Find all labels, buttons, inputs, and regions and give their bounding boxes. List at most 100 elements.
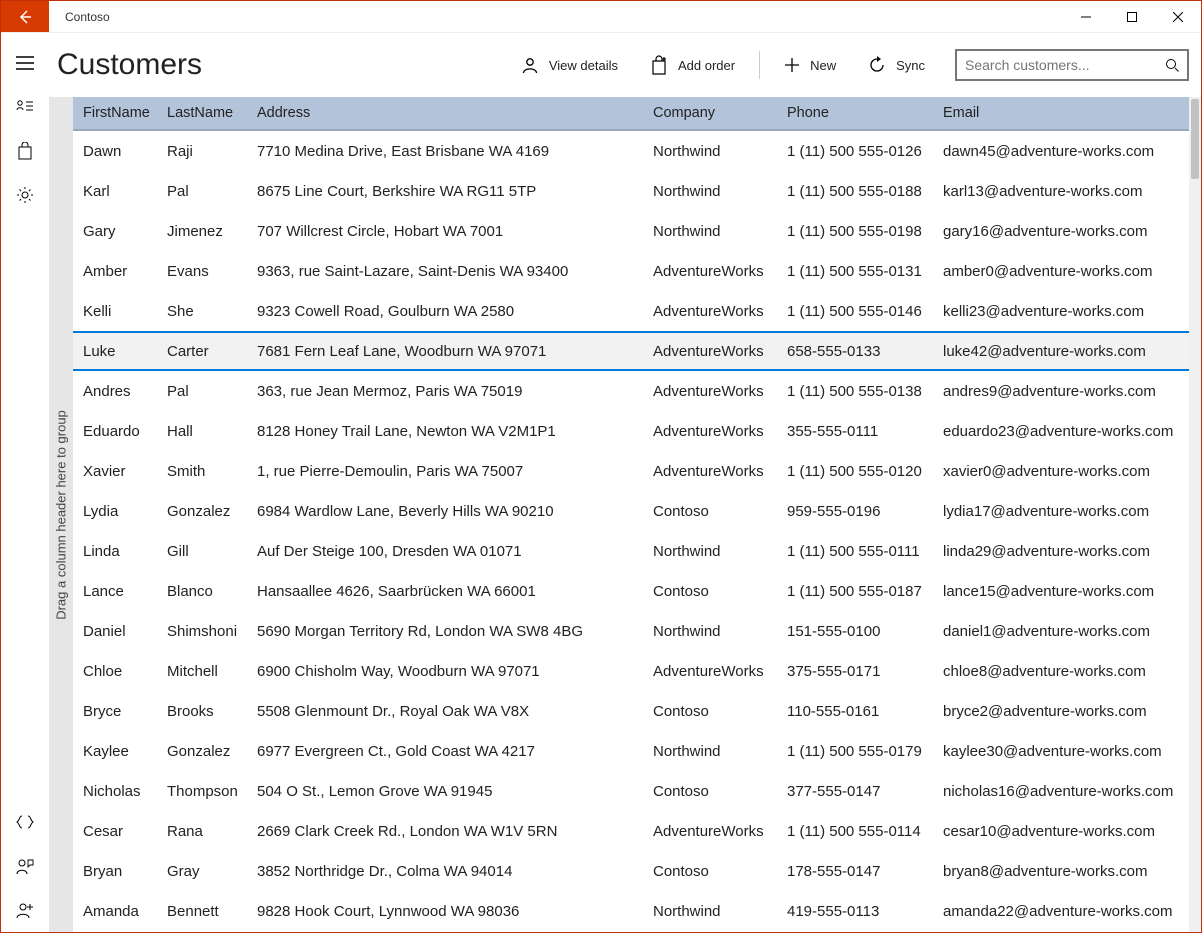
table-row[interactable]: KarlPal8675 Line Court, Berkshire WA RG1… xyxy=(73,171,1201,211)
cell-lastname: Blanco xyxy=(163,583,253,600)
table-row[interactable]: ChloeMitchell6900 Chisholm Way, Woodburn… xyxy=(73,651,1201,691)
vertical-scrollbar[interactable] xyxy=(1189,97,1201,932)
cell-address: 6984 Wardlow Lane, Beverly Hills WA 9021… xyxy=(253,503,649,520)
cell-email: xavier0@adventure-works.com xyxy=(939,463,1201,480)
cell-email: lydia17@adventure-works.com xyxy=(939,503,1201,520)
table-row[interactable]: EduardoHall8128 Honey Trail Lane, Newton… xyxy=(73,411,1201,451)
cell-phone: 1 (11) 500 555-0146 xyxy=(783,303,939,320)
cell-phone: 375-555-0171 xyxy=(783,663,939,680)
cell-phone: 178-555-0147 xyxy=(783,863,939,880)
table-row[interactable]: LukeCarter7681 Fern Leaf Lane, Woodburn … xyxy=(73,331,1201,371)
column-header-phone[interactable]: Phone xyxy=(783,105,939,121)
grid-header: FirstName LastName Address Company Phone… xyxy=(73,97,1201,131)
bag-icon xyxy=(17,142,33,160)
cell-phone: 1 (11) 500 555-0111 xyxy=(783,543,939,560)
cell-phone: 1 (11) 500 555-0188 xyxy=(783,183,939,200)
column-header-lastname[interactable]: LastName xyxy=(163,105,253,121)
cell-firstname: Bryan xyxy=(73,863,163,880)
cell-email: daniel1@adventure-works.com xyxy=(939,623,1201,640)
cell-firstname: Dawn xyxy=(73,143,163,160)
cell-lastname: Evans xyxy=(163,263,253,280)
add-order-button[interactable]: Add order xyxy=(636,45,749,85)
table-row[interactable]: BryanGray3852 Northridge Dr., Colma WA 9… xyxy=(73,851,1201,891)
new-button[interactable]: New xyxy=(770,45,850,85)
new-label: New xyxy=(810,58,836,73)
table-row[interactable]: XavierSmith1, rue Pierre-Demoulin, Paris… xyxy=(73,451,1201,491)
nav-rail xyxy=(1,33,49,932)
sync-button[interactable]: Sync xyxy=(854,45,939,85)
nav-code[interactable] xyxy=(1,800,49,844)
group-panel[interactable]: Drag a column header here to group xyxy=(49,97,73,932)
cell-address: 6900 Chisholm Way, Woodburn WA 97071 xyxy=(253,663,649,680)
nav-settings[interactable] xyxy=(1,173,49,217)
grid-body: DawnRaji7710 Medina Drive, East Brisbane… xyxy=(73,131,1201,932)
cell-firstname: Luke xyxy=(73,343,163,360)
cell-phone: 959-555-0196 xyxy=(783,503,939,520)
cell-company: Northwind xyxy=(649,903,783,920)
cell-lastname: Rana xyxy=(163,823,253,840)
table-row[interactable]: NicholasThompson504 O St., Lemon Grove W… xyxy=(73,771,1201,811)
cell-address: 1, rue Pierre-Demoulin, Paris WA 75007 xyxy=(253,463,649,480)
column-header-company[interactable]: Company xyxy=(649,105,783,121)
cell-firstname: Lance xyxy=(73,583,163,600)
maximize-button[interactable] xyxy=(1109,1,1155,32)
table-row[interactable]: LanceBlancoHansaallee 4626, Saarbrücken … xyxy=(73,571,1201,611)
cell-phone: 1 (11) 500 555-0138 xyxy=(783,383,939,400)
cell-email: andres9@adventure-works.com xyxy=(939,383,1201,400)
cell-address: 6977 Evergreen Ct., Gold Coast WA 4217 xyxy=(253,743,649,760)
table-row[interactable]: KelliShe9323 Cowell Road, Goulburn WA 25… xyxy=(73,291,1201,331)
search-input[interactable] xyxy=(957,57,1157,73)
table-row[interactable]: AndresPal363, rue Jean Mermoz, Paris WA … xyxy=(73,371,1201,411)
hamburger-icon xyxy=(16,56,34,70)
view-details-button[interactable]: View details xyxy=(507,45,632,85)
sync-label: Sync xyxy=(896,58,925,73)
table-row[interactable]: DanielShimshoni5690 Morgan Territory Rd,… xyxy=(73,611,1201,651)
minimize-button[interactable] xyxy=(1063,1,1109,32)
cell-firstname: Linda xyxy=(73,543,163,560)
cell-email: kaylee30@adventure-works.com xyxy=(939,743,1201,760)
column-header-address[interactable]: Address xyxy=(253,105,649,121)
cell-lastname: Gonzalez xyxy=(163,503,253,520)
window-controls xyxy=(1063,1,1201,32)
cell-firstname: Nicholas xyxy=(73,783,163,800)
back-button[interactable] xyxy=(1,1,49,32)
close-button[interactable] xyxy=(1155,1,1201,32)
table-row[interactable]: AmberEvans9363, rue Saint-Lazare, Saint-… xyxy=(73,251,1201,291)
search-box[interactable] xyxy=(955,49,1189,81)
cell-address: 3852 Northridge Dr., Colma WA 94014 xyxy=(253,863,649,880)
nav-feedback[interactable] xyxy=(1,844,49,888)
minimize-icon xyxy=(1081,12,1091,22)
cell-company: Northwind xyxy=(649,623,783,640)
cell-firstname: Kaylee xyxy=(73,743,163,760)
table-row[interactable]: KayleeGonzalez6977 Evergreen Ct., Gold C… xyxy=(73,731,1201,771)
cell-address: 5690 Morgan Territory Rd, London WA SW8 … xyxy=(253,623,649,640)
cell-firstname: Amber xyxy=(73,263,163,280)
nav-customers[interactable] xyxy=(1,85,49,129)
cell-phone: 151-555-0100 xyxy=(783,623,939,640)
cell-firstname: Karl xyxy=(73,183,163,200)
table-row[interactable]: AmandaBennett9828 Hook Court, Lynnwood W… xyxy=(73,891,1201,931)
table-row[interactable]: CesarRana2669 Clark Creek Rd., London WA… xyxy=(73,811,1201,851)
nav-orders[interactable] xyxy=(1,129,49,173)
cell-company: Contoso xyxy=(649,703,783,720)
column-header-firstname[interactable]: FirstName xyxy=(73,105,163,121)
view-details-label: View details xyxy=(549,58,618,73)
nav-add-user[interactable] xyxy=(1,888,49,932)
cell-firstname: Andres xyxy=(73,383,163,400)
people-list-icon xyxy=(16,98,34,116)
cell-email: bryan8@adventure-works.com xyxy=(939,863,1201,880)
cell-email: amber0@adventure-works.com xyxy=(939,263,1201,280)
cell-phone: 355-555-0111 xyxy=(783,423,939,440)
hamburger-button[interactable] xyxy=(1,41,49,85)
table-row[interactable]: GaryJimenez707 Willcrest Circle, Hobart … xyxy=(73,211,1201,251)
table-row[interactable]: BryceBrooks5508 Glenmount Dr., Royal Oak… xyxy=(73,691,1201,731)
table-row[interactable]: LindaGillAuf Der Steige 100, Dresden WA … xyxy=(73,531,1201,571)
table-row[interactable]: LydiaGonzalez6984 Wardlow Lane, Beverly … xyxy=(73,491,1201,531)
cell-lastname: Gray xyxy=(163,863,253,880)
scrollbar-thumb[interactable] xyxy=(1191,99,1199,179)
cell-address: 363, rue Jean Mermoz, Paris WA 75019 xyxy=(253,383,649,400)
column-header-email[interactable]: Email xyxy=(939,105,1201,121)
cell-firstname: Amanda xyxy=(73,903,163,920)
cell-company: Contoso xyxy=(649,583,783,600)
table-row[interactable]: DawnRaji7710 Medina Drive, East Brisbane… xyxy=(73,131,1201,171)
